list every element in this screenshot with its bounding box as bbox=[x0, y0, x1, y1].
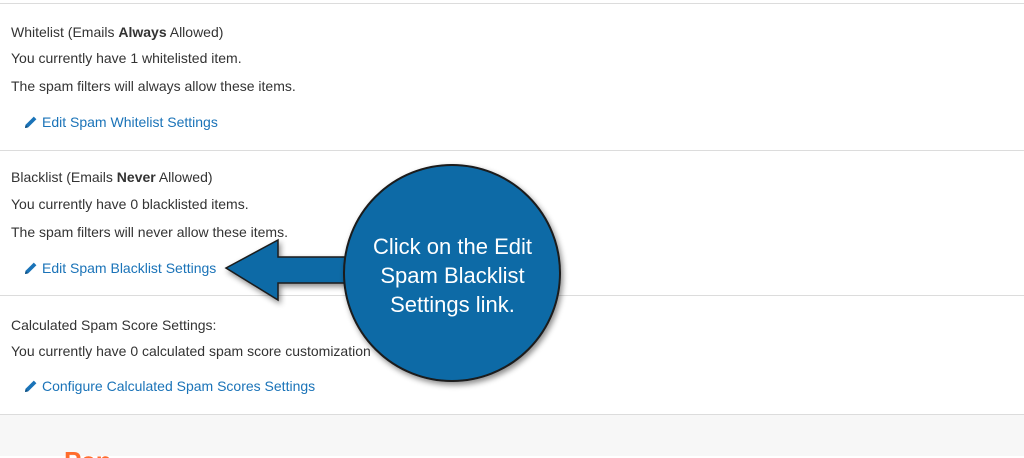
configure-spam-scores-link[interactable]: Configure Calculated Spam Scores Setting… bbox=[24, 378, 315, 394]
pencil-icon bbox=[25, 380, 37, 392]
page-footer bbox=[0, 415, 1024, 456]
blacklist-count: You currently have 0 blacklisted items. bbox=[11, 196, 249, 212]
spam-score-count: You currently have 0 calculated spam sco… bbox=[11, 343, 371, 359]
whitelist-count: You currently have 1 whitelisted item. bbox=[11, 50, 242, 66]
whitelist-description: The spam filters will always allow these… bbox=[11, 78, 296, 94]
spam-score-title: Calculated Spam Score Settings: bbox=[11, 317, 217, 333]
whitelist-title: Whitelist (Emails Always Allowed) bbox=[11, 24, 224, 40]
edit-blacklist-link-label: Edit Spam Blacklist Settings bbox=[42, 260, 217, 276]
edit-whitelist-link[interactable]: Edit Spam Whitelist Settings bbox=[24, 114, 218, 130]
configure-spam-scores-link-label: Configure Calculated Spam Scores Setting… bbox=[42, 378, 316, 394]
blacklist-title: Blacklist (Emails Never Allowed) bbox=[11, 169, 213, 185]
whitelist-section: Whitelist (Emails Always Allowed) You cu… bbox=[0, 3, 1024, 151]
pencil-icon bbox=[25, 262, 37, 274]
brand-logo: Pan bbox=[64, 446, 144, 458]
edit-whitelist-link-label: Edit Spam Whitelist Settings bbox=[42, 114, 218, 130]
edit-blacklist-link[interactable]: Edit Spam Blacklist Settings bbox=[24, 260, 216, 276]
pencil-icon bbox=[25, 116, 37, 128]
callout-text: Click on the Edit Spam Blacklist Setting… bbox=[373, 234, 532, 317]
blacklist-description: The spam filters will never allow these … bbox=[11, 224, 288, 240]
